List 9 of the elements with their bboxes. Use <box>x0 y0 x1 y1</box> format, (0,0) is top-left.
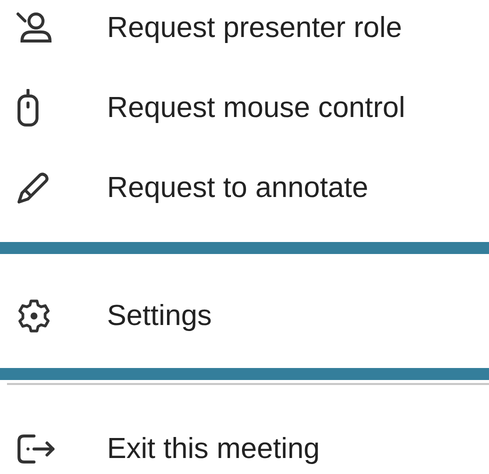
menu-item[interactable]: Request to annotate <box>0 148 489 228</box>
menu-item[interactable]: Request mouse control <box>0 68 489 148</box>
pencil-icon <box>16 171 50 205</box>
menu-item[interactable]: Request presenter role <box>0 0 489 68</box>
menu-item[interactable]: Exit this meeting <box>0 405 489 474</box>
person-icon <box>16 11 52 45</box>
menu-item[interactable]: Settings <box>0 242 489 380</box>
settings-icon <box>16 298 52 334</box>
mouse-icon <box>16 89 40 127</box>
